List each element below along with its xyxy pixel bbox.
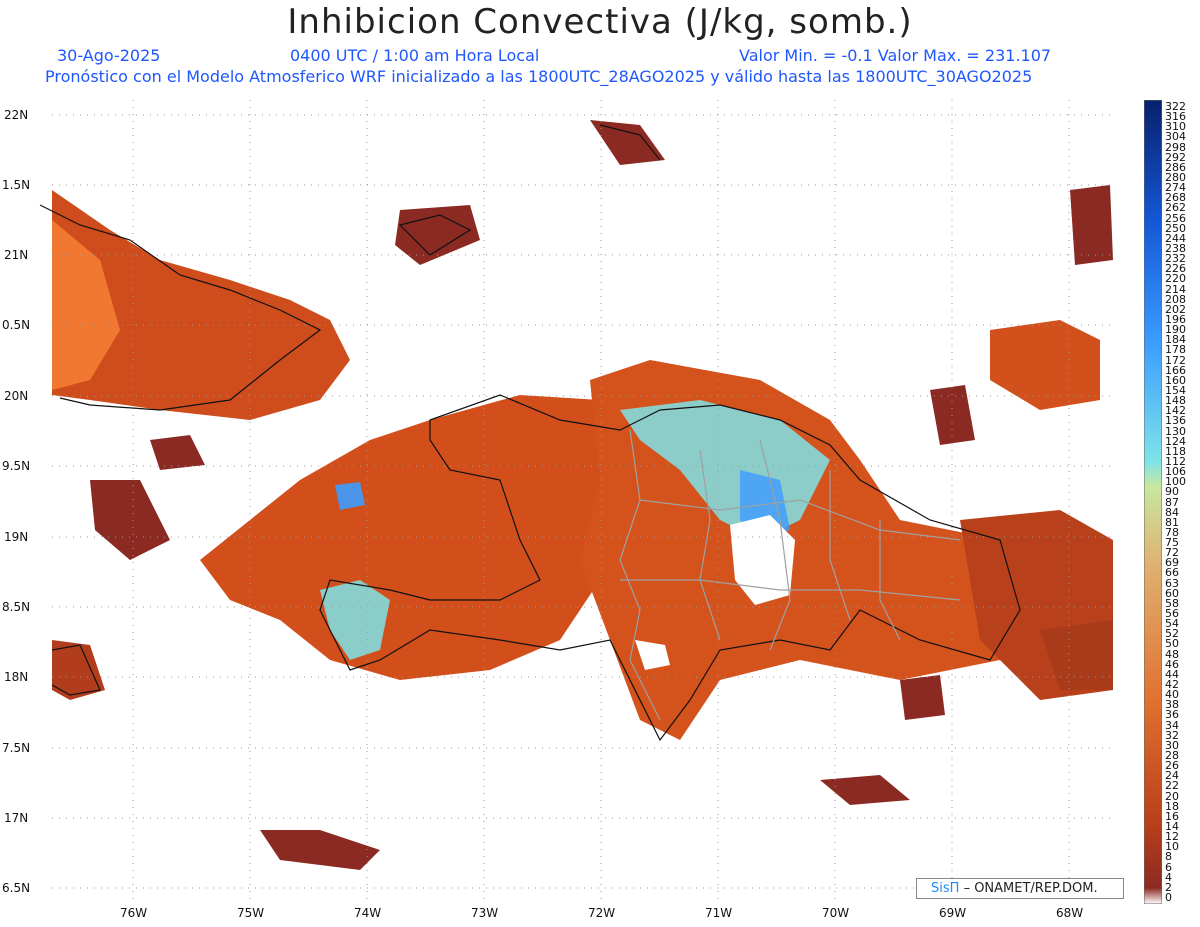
lat-label: 7.5N <box>2 741 31 755</box>
lon-label: 69W <box>939 906 967 920</box>
lat-label: 0.5N <box>2 318 31 332</box>
brand-logo-text: SisΠ <box>931 881 960 896</box>
lat-label: 20N <box>4 389 29 403</box>
lat-label: 6.5N <box>2 881 31 895</box>
lon-label: 71W <box>705 906 733 920</box>
credit-box: SisΠ – ONAMET/REP.DOM. <box>916 878 1124 899</box>
credit-org: – ONAMET/REP.DOM. <box>963 881 1098 896</box>
lat-label: 18N <box>4 670 29 684</box>
lat-label: 9.5N <box>2 459 31 473</box>
lat-label: 8.5N <box>2 600 31 614</box>
cin-map <box>39 99 1116 903</box>
colorbar <box>1144 100 1162 904</box>
lat-label: 1.5N <box>2 178 31 192</box>
lon-label: 74W <box>354 906 382 920</box>
lon-label: 76W <box>120 906 148 920</box>
lat-label: 22N <box>4 108 29 122</box>
lon-label: 73W <box>471 906 499 920</box>
lat-label: 19N <box>4 530 29 544</box>
lat-label: 17N <box>4 811 29 825</box>
lon-label: 75W <box>237 906 265 920</box>
lon-label: 68W <box>1056 906 1084 920</box>
colorbar-label: 0 <box>1165 891 1172 904</box>
lat-label: 21N <box>4 248 29 262</box>
lon-label: 70W <box>822 906 850 920</box>
lon-label: 72W <box>588 906 616 920</box>
